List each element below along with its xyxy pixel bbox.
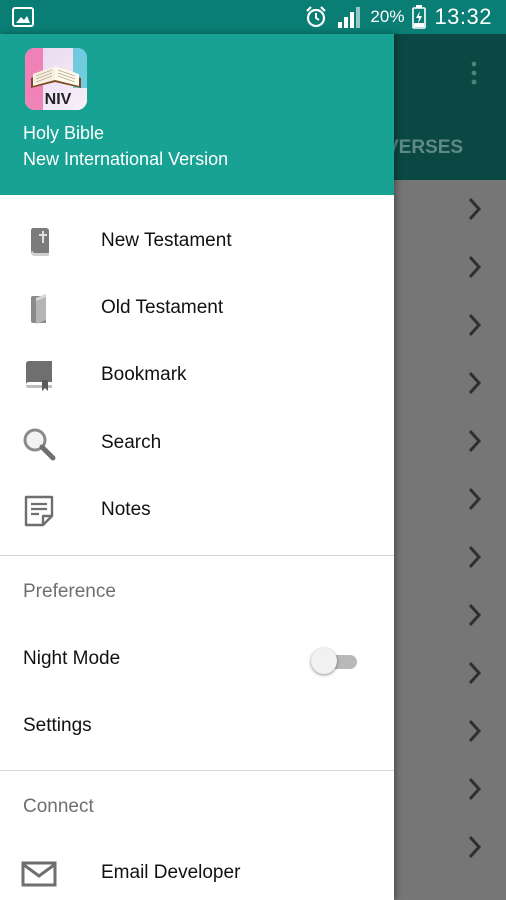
search-icon: [20, 425, 58, 463]
app-logo: NIV: [25, 48, 87, 110]
chevron-right-icon: [468, 545, 482, 569]
drawer-header: NIV Holy Bible New International Version: [0, 34, 394, 195]
divider: [0, 555, 394, 556]
chevron-right-icon: [468, 603, 482, 627]
chevron-right-icon: [468, 197, 482, 221]
chevron-right-icon: [468, 313, 482, 337]
night-mode-toggle[interactable]: [311, 648, 357, 674]
logo-text: NIV: [45, 91, 72, 108]
old-testament-book-icon: [20, 290, 58, 328]
menu-label: Search: [101, 432, 162, 453]
menu-item-search[interactable]: Search: [0, 410, 394, 477]
section-header-preference: Preference: [23, 581, 116, 602]
new-testament-book-icon: [20, 223, 58, 261]
battery-charging-icon: [412, 5, 427, 29]
chevron-right-icon: [468, 661, 482, 685]
app-title: Holy Bible: [23, 123, 105, 143]
menu-label: Notes: [101, 499, 151, 520]
overflow-menu-icon[interactable]: [466, 60, 482, 86]
notes-icon: [20, 492, 58, 530]
menu-label: New Testament: [101, 230, 232, 251]
menu-label: Bookmark: [101, 364, 187, 385]
night-mode-label: Night Mode: [23, 648, 121, 669]
battery-percent: 20%: [370, 7, 405, 26]
menu-label: Email Developer: [101, 862, 241, 883]
clock: 13:32: [434, 4, 492, 29]
chevron-right-icon: [468, 371, 482, 395]
divider: [0, 770, 394, 771]
menu-item-new-testament[interactable]: New Testament: [0, 208, 394, 275]
settings-label: Settings: [23, 715, 92, 736]
chevron-right-icon: [468, 255, 482, 279]
mail-icon: [20, 855, 58, 893]
menu-item-email-developer[interactable]: Email Developer: [0, 840, 394, 900]
tab-verses[interactable]: VERSES: [386, 137, 463, 159]
chevron-right-icon: [468, 719, 482, 743]
status-bar: 20% 13:32: [0, 0, 506, 34]
chevron-right-icon: [468, 487, 482, 511]
chevron-right-icon: [468, 777, 482, 801]
menu-item-old-testament[interactable]: Old Testament: [0, 275, 394, 342]
chevron-right-icon: [468, 429, 482, 453]
toggle-thumb: [311, 648, 337, 674]
image-icon: [12, 7, 34, 27]
cell-signal-icon: [338, 7, 361, 28]
bookmark-icon: [20, 357, 58, 395]
chevron-right-icon: [468, 835, 482, 859]
menu-label: Old Testament: [101, 297, 224, 318]
settings-row[interactable]: Settings: [0, 693, 394, 760]
menu-item-notes[interactable]: Notes: [0, 477, 394, 544]
navigation-drawer: NIV Holy Bible New International Version…: [0, 34, 394, 900]
menu-item-bookmark[interactable]: Bookmark: [0, 342, 394, 409]
alarm-clock-icon: [306, 6, 327, 28]
section-header-connect: Connect: [23, 796, 94, 817]
night-mode-row[interactable]: Night Mode: [0, 626, 394, 693]
app-subtitle: New International Version: [23, 149, 229, 169]
